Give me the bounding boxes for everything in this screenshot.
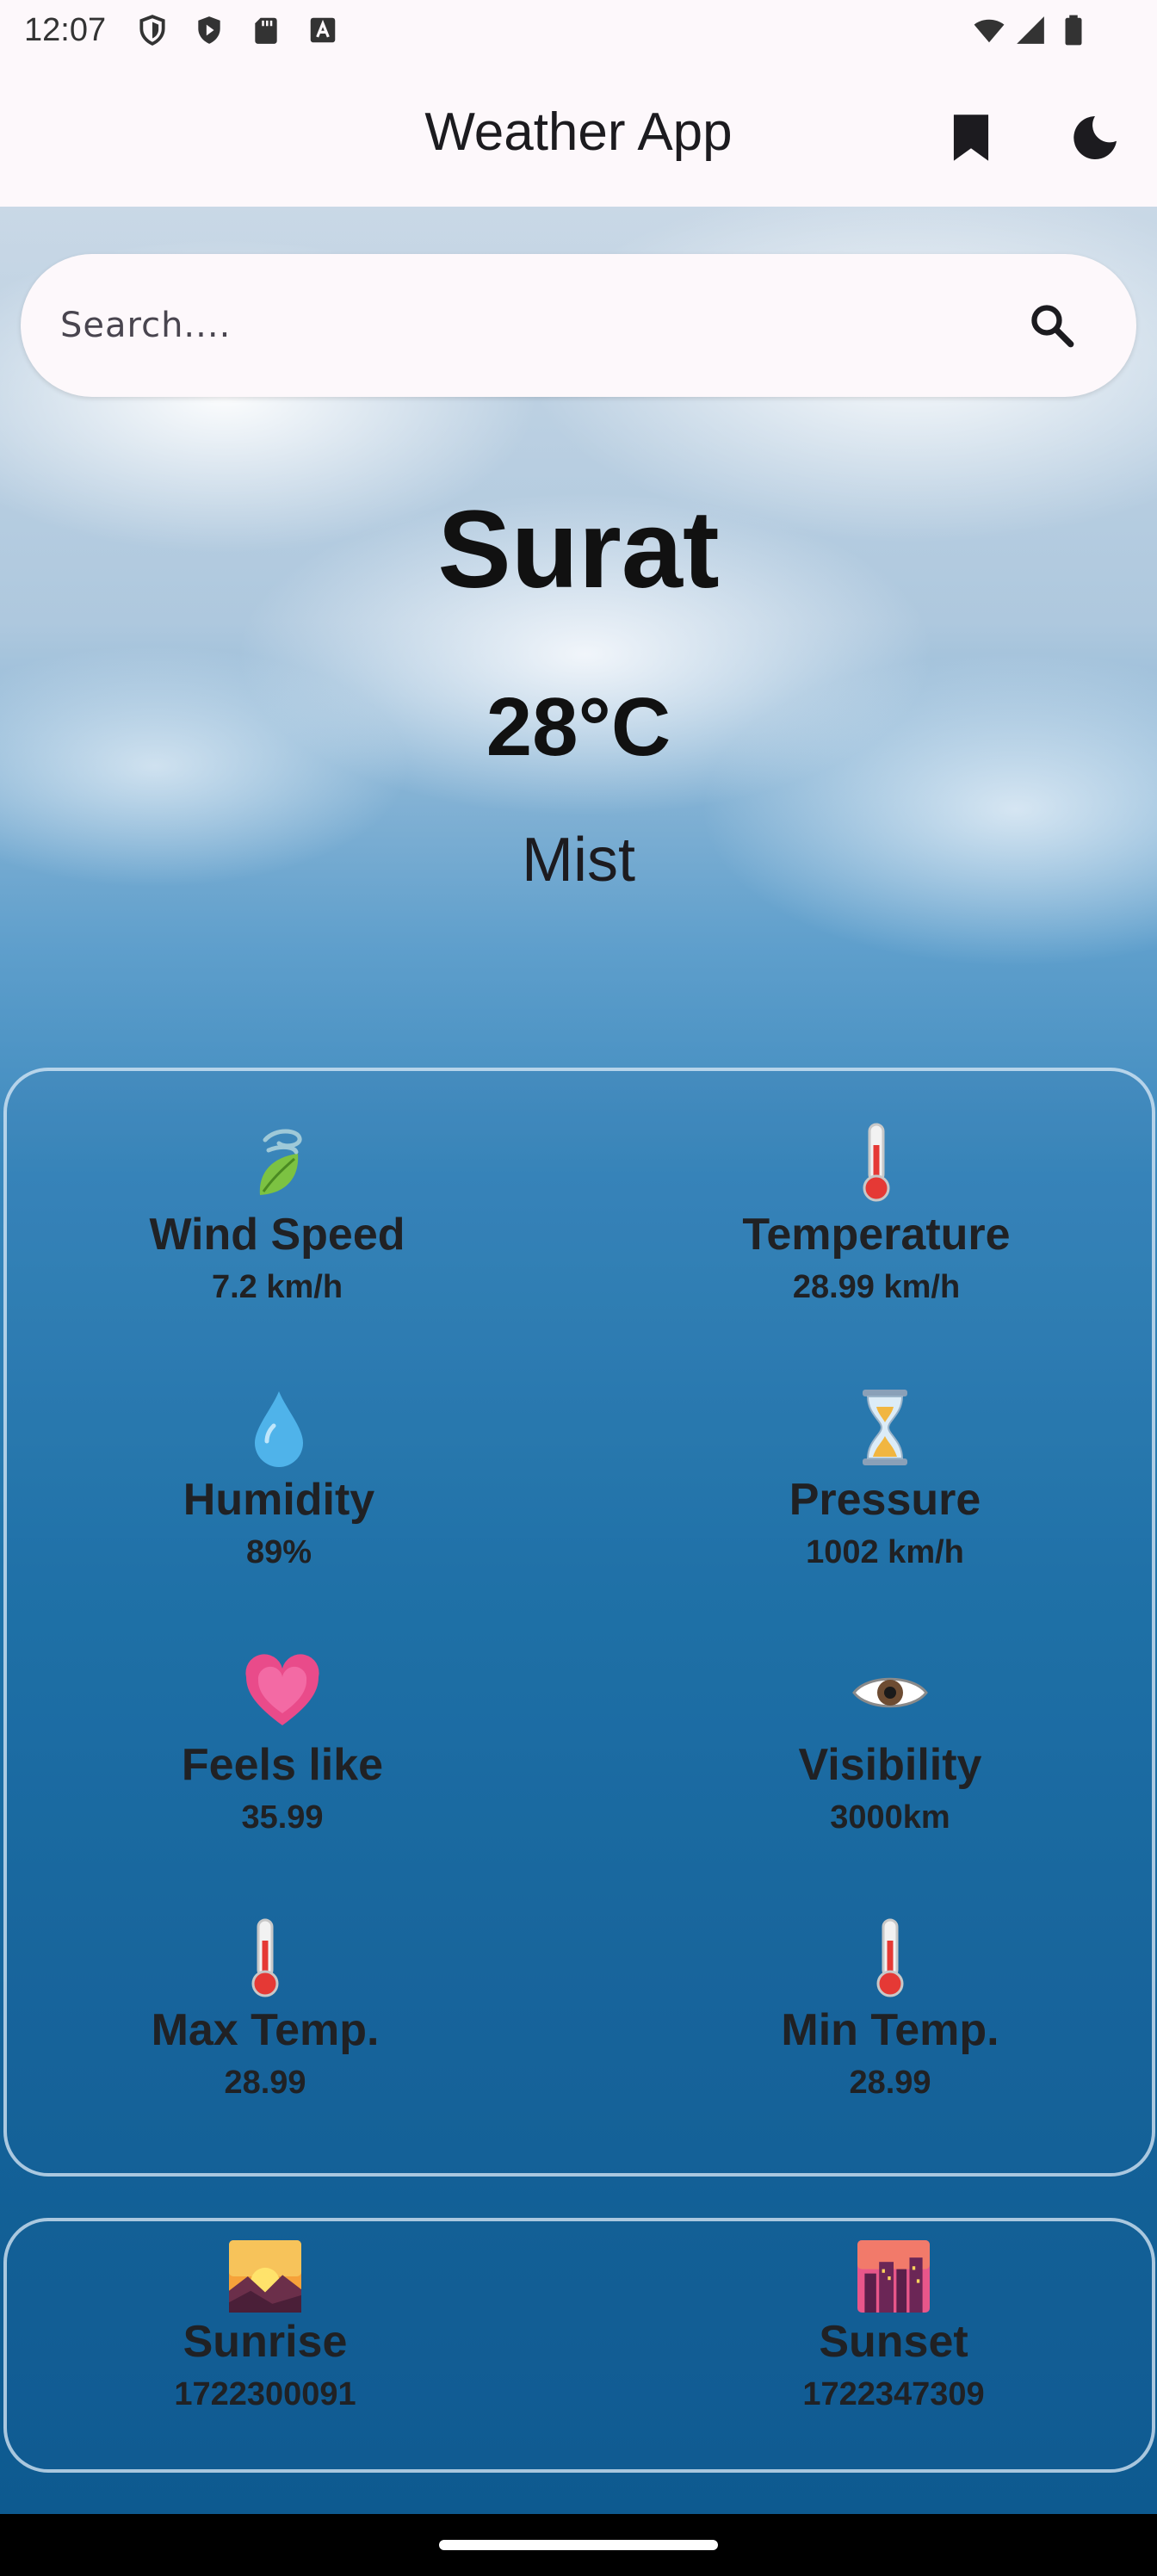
stat-value: 28.99	[849, 2065, 931, 2101]
home-gesture-handle[interactable]	[439, 2540, 718, 2550]
stat-label: Sunrise	[183, 2317, 348, 2367]
shield-icon	[139, 15, 165, 46]
eye-icon	[852, 1677, 928, 1708]
stat-label: Sunset	[819, 2317, 968, 2367]
status-bar: 12:07	[0, 0, 1157, 60]
thermometer-icon	[251, 1918, 279, 1997]
bookmark-button[interactable]	[937, 103, 1005, 172]
stat-value: 89%	[245, 1534, 312, 1570]
stat-label: Wind Speed	[149, 1210, 405, 1260]
status-time: 12:07	[24, 12, 107, 48]
search-button[interactable]	[1018, 291, 1086, 360]
thermometer-icon	[863, 1123, 890, 1202]
stat-value: 3000km	[830, 1799, 950, 1836]
bookmark-icon	[953, 115, 989, 161]
stat-value: 28.99 km/h	[792, 1269, 961, 1305]
dark-mode-moon-icon	[1073, 116, 1117, 159]
battery-icon	[1065, 15, 1082, 46]
app-bar: Weather App	[0, 60, 1157, 207]
stat-label: Pressure	[789, 1475, 981, 1525]
search-bar	[21, 254, 1136, 397]
sd-card-icon	[255, 17, 277, 44]
stat-label: Humidity	[183, 1475, 375, 1525]
search-input[interactable]	[60, 254, 1007, 397]
weather-description: Mist	[522, 826, 635, 895]
stat-label: Visibility	[798, 1740, 982, 1790]
play-protect-icon	[198, 16, 220, 44]
current-temperature: 28°C	[486, 681, 671, 773]
stat-sunrise: Sunrise 1722300091	[67, 2240, 463, 2413]
sunrise-icon	[229, 2240, 301, 2313]
sunset-city-icon	[857, 2240, 930, 2313]
thermometer-icon	[876, 1918, 904, 1997]
leaf-wind-icon	[259, 1129, 302, 1195]
stat-min-temp: Min Temp. 28.99	[692, 1915, 1088, 2102]
weather-app-screen: 12:07 Weather App Search.... Surat 28°C …	[0, 0, 1157, 2576]
sun-times-card: Sunrise 1722300091 Sunset 1722347309	[3, 2218, 1155, 2473]
a-font-icon	[310, 17, 336, 43]
stat-temperature: Temperature 28.99 km/h	[678, 1119, 1074, 1306]
droplet-icon	[255, 1391, 303, 1467]
city-name: Surat	[437, 488, 720, 611]
stat-value: 35.99	[241, 1799, 324, 1836]
stat-value: 1002 km/h	[806, 1534, 964, 1570]
weather-details-card: Wind Speed 7.2 km/h Temperature 28.99 km…	[3, 1068, 1155, 2177]
system-navigation-bar	[0, 2514, 1157, 2576]
stat-value: 1722347309	[802, 2376, 985, 2412]
theme-toggle-button[interactable]	[1061, 103, 1129, 172]
stat-visibility: Visibility 3000km	[692, 1650, 1088, 1836]
heart-icon	[245, 1654, 319, 1725]
stat-max-temp: Max Temp. 28.99	[67, 1915, 463, 2102]
stat-value: 1722300091	[174, 2376, 356, 2412]
cell-signal-icon	[1017, 16, 1044, 44]
stat-label: Feels like	[181, 1740, 384, 1790]
stat-label: Max Temp.	[151, 2005, 380, 2055]
stat-feels-like: Feels like 35.99	[84, 1650, 480, 1836]
stat-wind-speed: Wind Speed 7.2 km/h	[79, 1119, 475, 1306]
stat-sunset: Sunset 1722347309	[696, 2240, 1092, 2413]
stat-label: Min Temp.	[781, 2005, 999, 2055]
wifi-icon	[974, 19, 1005, 43]
stat-humidity: Humidity 89%	[81, 1384, 477, 1571]
stat-value: 28.99	[224, 2065, 306, 2101]
stat-value: 7.2 km/h	[211, 1269, 343, 1305]
stat-label: Temperature	[742, 1210, 1011, 1260]
hourglass-icon	[863, 1390, 907, 1465]
stat-pressure: Pressure 1002 km/h	[687, 1384, 1083, 1571]
search-icon	[1031, 305, 1074, 348]
